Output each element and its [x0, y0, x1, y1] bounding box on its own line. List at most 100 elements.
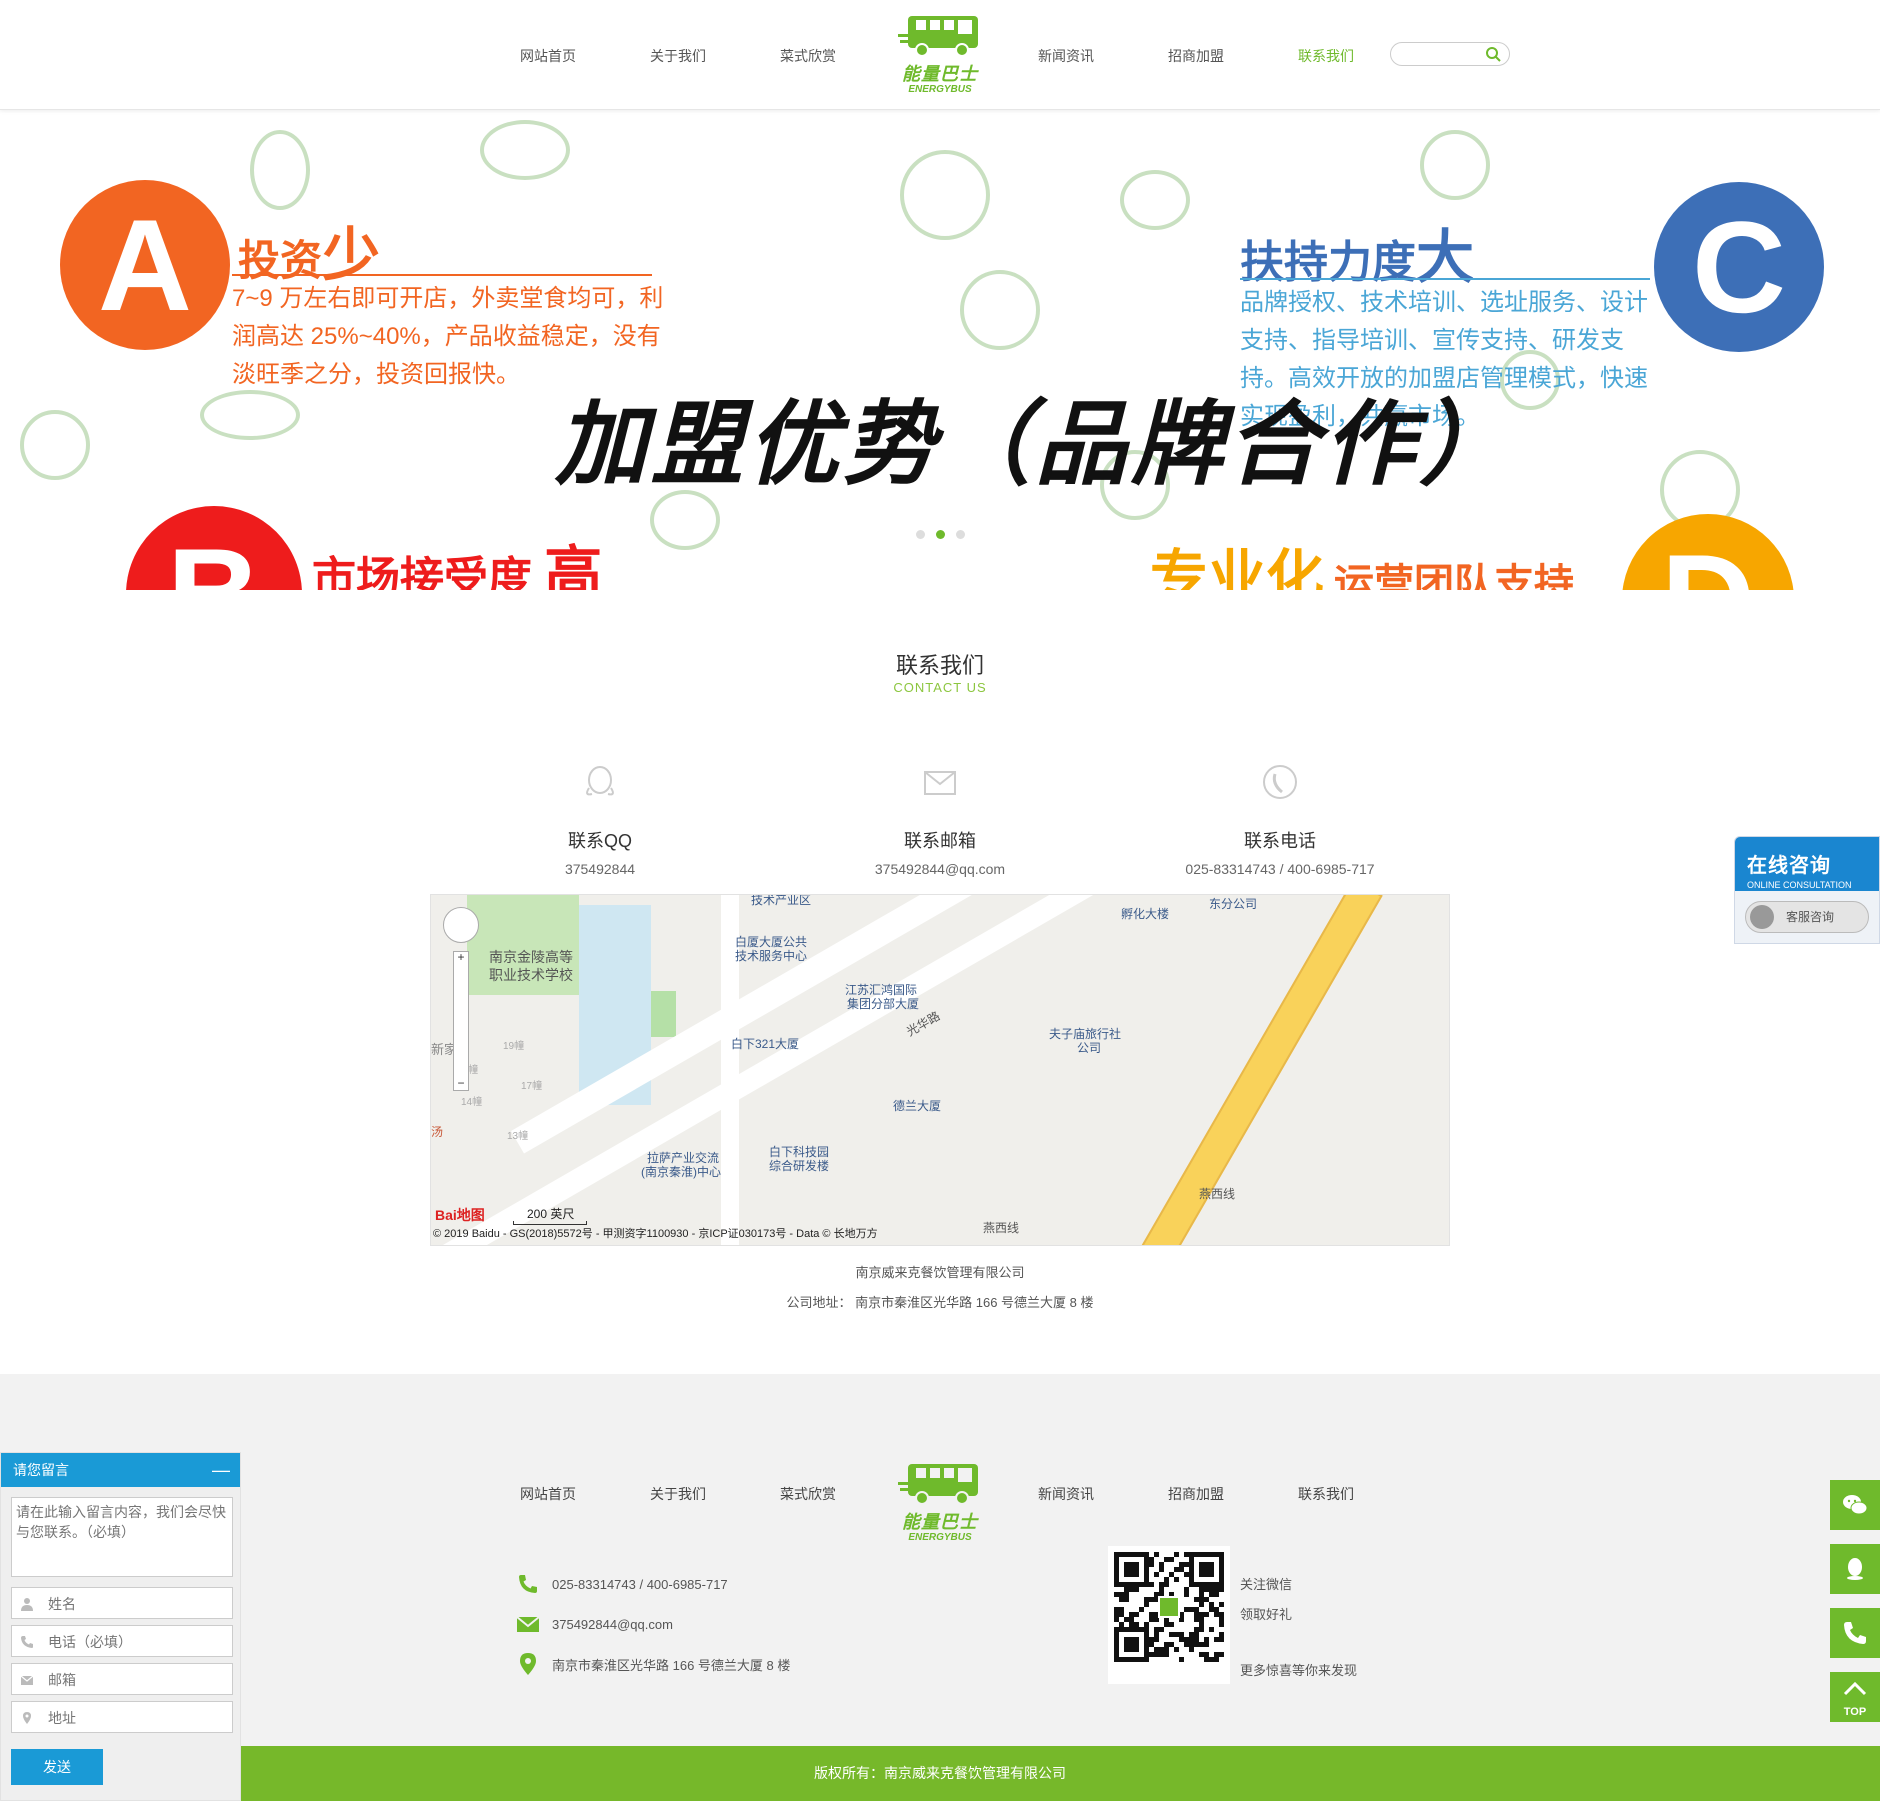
online-title: 在线咨询	[1747, 855, 1831, 877]
wechat-button[interactable]	[1830, 1480, 1880, 1530]
phone-input[interactable]	[48, 1632, 224, 1652]
map-label: 燕西线	[983, 1221, 1020, 1235]
customer-service-label: 客服咨询	[1786, 910, 1835, 924]
map-label: 技术服务中心	[735, 949, 808, 963]
circle-c: C	[1654, 182, 1824, 352]
map-label: 职业技术学校	[489, 967, 573, 983]
arrow-up-icon	[1843, 1681, 1867, 1696]
slide-dot-3[interactable]	[956, 530, 965, 539]
zoom-out-icon[interactable]: −	[455, 1077, 467, 1089]
nav-dishes[interactable]: 菜式欣赏	[780, 46, 836, 66]
logo-subtext: ENERGYBUS	[908, 84, 972, 95]
nav-franchise[interactable]: 招商加盟	[1168, 46, 1224, 66]
nav-home[interactable]: 网站首页	[520, 46, 576, 66]
footer-logo[interactable]: 能量巴士 ENERGYBUS	[898, 1458, 982, 1550]
address-input[interactable]	[48, 1708, 224, 1728]
footer-email: 375492844@qq.com	[516, 1612, 673, 1636]
footer-nav-home[interactable]: 网站首页	[520, 1484, 576, 1504]
address-label: 公司地址：	[786, 1295, 852, 1310]
back-to-top-button[interactable]: TOP	[1830, 1672, 1880, 1722]
contact-phone-label: 联系电话	[1244, 831, 1316, 851]
wechat-icon	[1843, 1495, 1868, 1515]
map-label: 光华路	[904, 1008, 943, 1039]
footer-nav-dishes[interactable]: 菜式欣赏	[780, 1484, 836, 1504]
back-to-top-label: TOP	[1843, 1706, 1867, 1718]
qr-text-follow: 关注微信	[1240, 1577, 1293, 1592]
footer: 网站首页 关于我们 菜式欣赏 能量巴士 ENERGYBUS 新闻资讯 招商加盟 …	[0, 1374, 1880, 1746]
banner-slider: A 投资少 7~9 万左右即可开店，外卖堂食均可，利润高达 25%~40%，产品…	[0, 110, 1880, 590]
circle-a: A	[60, 180, 230, 350]
contact-qq-value: 375492844	[564, 861, 636, 877]
search-input[interactable]	[1401, 46, 1481, 62]
veg-outline	[900, 150, 990, 240]
phone-button[interactable]	[1830, 1608, 1880, 1658]
map-label: 燕西线	[1199, 1187, 1236, 1201]
message-form-header: 请您留言 —	[1, 1453, 240, 1487]
message-form: 请您留言 — 发送	[0, 1452, 241, 1801]
section-title: 联系我们	[895, 653, 984, 678]
veg-outline	[20, 410, 90, 480]
footer-nav-franchise[interactable]: 招商加盟	[1168, 1484, 1224, 1504]
map-label: 集团分部大厦	[847, 997, 920, 1011]
zoom-in-icon[interactable]: +	[455, 951, 467, 963]
divider	[232, 274, 652, 276]
circle-b: B	[126, 506, 302, 590]
message-form-title: 请您留言	[13, 1462, 69, 1478]
phone-icon	[519, 1575, 537, 1593]
message-content-input[interactable]	[11, 1497, 233, 1577]
search-icon[interactable]	[1485, 46, 1501, 62]
nav-news[interactable]: 新闻资讯	[1038, 46, 1094, 66]
logo[interactable]: 能量巴士 ENERGYBUS	[898, 10, 982, 102]
map-zoom-slider[interactable]	[453, 951, 469, 1091]
map-pan-control[interactable]	[443, 907, 479, 943]
minimize-icon[interactable]: —	[212, 1453, 230, 1487]
phone-icon	[1263, 765, 1297, 799]
baidu-map[interactable]: 南京金陵高等 职业技术学校 白厦大厦公共 技术服务中心 江苏汇鸿国际 集团分部大…	[430, 894, 1450, 1246]
map-label: 14幢	[461, 1097, 483, 1108]
phone-field	[11, 1625, 233, 1657]
baidu-logo: Bai地图	[435, 1207, 485, 1223]
point-b-head: 市场接受度	[312, 554, 532, 590]
point-c-heading: 扶持力度大	[1240, 210, 1474, 294]
send-button[interactable]: 发送	[11, 1749, 103, 1785]
contact-qq: 联系QQ 375492844	[470, 762, 730, 877]
map-label: 技术产业区	[751, 894, 812, 907]
footer-nav-contact[interactable]: 联系我们	[1298, 1484, 1354, 1504]
online-subtitle: ONLINE CONSULTATION	[1747, 880, 1852, 890]
map-label: 德兰大厦	[893, 1099, 942, 1113]
nav-contact[interactable]: 联系我们	[1298, 46, 1354, 66]
qq-button[interactable]	[1830, 1544, 1880, 1594]
company-address: 公司地址： 南京市秦淮区光华路 166 号德兰大厦 8 楼	[0, 1292, 1880, 1311]
slide-dot-1[interactable]	[916, 530, 925, 539]
footer-address: 南京市秦淮区光华路 166 号德兰大厦 8 楼	[516, 1652, 790, 1676]
online-consultation-header: 在线咨询 ONLINE CONSULTATION	[1735, 837, 1879, 891]
footer-address-text: 南京市秦淮区光华路 166 号德兰大厦 8 楼	[552, 1657, 791, 1673]
customer-service-button[interactable]: 客服咨询	[1745, 901, 1869, 933]
contact-email-value: 375492844@qq.com	[874, 861, 1006, 877]
slide-dot-2[interactable]	[936, 530, 945, 539]
page: 网站首页 关于我们 菜式欣赏 能量巴士 ENERGYBUS 新闻资讯 招商加盟 …	[0, 0, 1880, 1801]
map-label: 17幢	[521, 1081, 543, 1092]
footer-phone-text: 025-83314743 / 400-6985-717	[552, 1576, 728, 1592]
online-consultation-panel: 在线咨询 ONLINE CONSULTATION 客服咨询	[1734, 836, 1880, 944]
name-input[interactable]	[48, 1594, 224, 1614]
point-a-head-big: 少	[322, 223, 381, 288]
qr-text-gift: 领取好礼	[1240, 1607, 1293, 1622]
mail-icon	[516, 1616, 540, 1632]
email-input[interactable]	[48, 1670, 224, 1690]
point-b-head-big: 高	[544, 541, 603, 590]
footer-nav-news[interactable]: 新闻资讯	[1038, 1484, 1094, 1504]
nav-about[interactable]: 关于我们	[650, 46, 706, 66]
location-pin-icon	[520, 1653, 536, 1675]
veg-outline	[960, 270, 1040, 350]
map-label: 南京金陵高等	[489, 949, 573, 965]
section-subtitle: CONTACT US	[893, 680, 987, 695]
name-field	[11, 1587, 233, 1619]
map-label: 13幢	[507, 1131, 529, 1142]
map-copyright: © 2019 Baidu - GS(2018)5572号 - 甲测资字11009…	[433, 1228, 878, 1240]
footer-nav-about[interactable]: 关于我们	[650, 1484, 706, 1504]
location-pin-icon	[23, 1712, 31, 1724]
address-field	[11, 1701, 233, 1733]
wechat-qr-code	[1108, 1546, 1230, 1684]
footer-phone: 025-83314743 / 400-6985-717	[516, 1572, 728, 1596]
